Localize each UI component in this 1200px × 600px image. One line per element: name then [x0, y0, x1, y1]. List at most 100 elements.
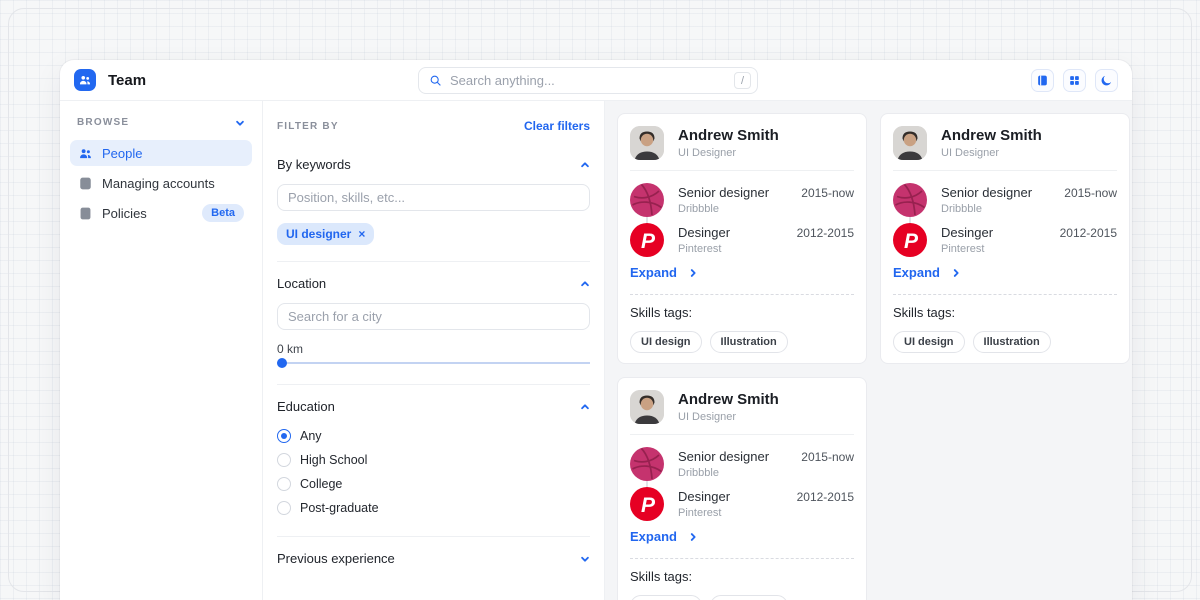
app-logo — [74, 69, 96, 91]
skill-tag[interactable]: Illustration — [973, 331, 1051, 353]
chevron-right-icon — [951, 268, 961, 278]
experience-item: P Desinger Pinterest 2012-2015 — [630, 223, 854, 257]
expand-label: Expand — [893, 265, 940, 280]
person-name: Andrew Smith — [678, 391, 779, 408]
keywords-input[interactable] — [277, 184, 590, 211]
sidebar-item-people[interactable]: People — [70, 140, 252, 166]
expand-button[interactable]: Expand — [630, 265, 854, 280]
experience-period: 2012-2015 — [1060, 226, 1117, 257]
radio-label: High School — [300, 453, 367, 467]
previous-experience-section-header[interactable]: Previous experience — [277, 551, 590, 566]
experience-role: Senior designer — [678, 449, 769, 464]
education-section-header[interactable]: Education — [277, 399, 590, 414]
radio-option-post-graduate[interactable]: Post-graduate — [277, 496, 590, 520]
previous-experience-label: Previous experience — [277, 551, 395, 566]
experience-period: 2012-2015 — [797, 226, 854, 257]
header-actions — [1031, 69, 1118, 92]
search-shortcut-key: / — [734, 72, 751, 89]
radio-option-high-school[interactable]: High School — [277, 448, 590, 472]
filter-panel: FILTER BY Clear filters By keywords UI d… — [263, 101, 605, 600]
expand-button[interactable]: Expand — [630, 529, 854, 544]
experience-timeline: Senior designer Dribbble 2015-now P Desi… — [630, 183, 854, 257]
keywords-section: By keywords UI designer × — [277, 157, 590, 245]
skills-label: Skills tags: — [630, 305, 854, 320]
radio-option-any[interactable]: Any — [277, 424, 590, 448]
filter-panel-header: FILTER BY Clear filters — [277, 119, 590, 133]
search-input[interactable] — [450, 73, 726, 88]
clear-filters-link[interactable]: Clear filters — [524, 119, 590, 133]
section-divider — [277, 261, 590, 262]
experience-info: Desinger Pinterest — [678, 487, 730, 521]
city-search-input[interactable] — [277, 303, 590, 330]
experience-item: Senior designer Dribbble 2015-now — [893, 183, 1117, 217]
card-divider — [630, 170, 854, 171]
app-header: Team / — [60, 60, 1132, 101]
card-dashed-divider — [630, 294, 854, 295]
card-header: Andrew Smith UI Designer — [630, 390, 854, 424]
person-card[interactable]: Andrew Smith UI Designer Senior designer… — [617, 377, 867, 600]
expand-label: Expand — [630, 529, 677, 544]
search-icon — [429, 74, 442, 87]
people-icon — [78, 146, 93, 161]
document-icon — [78, 206, 93, 221]
skill-tag[interactable]: UI design — [893, 331, 965, 353]
pinterest-icon: P — [630, 223, 664, 257]
keyword-tag[interactable]: UI designer × — [277, 223, 374, 245]
app-window: Team / BROWSE Pe — [60, 60, 1132, 600]
book-button[interactable] — [1031, 69, 1054, 92]
avatar-photo — [630, 390, 664, 424]
experience-period: 2012-2015 — [797, 490, 854, 521]
card-header: Andrew Smith UI Designer — [893, 126, 1117, 160]
pinterest-icon: P — [893, 223, 927, 257]
experience-platform: Pinterest — [678, 507, 730, 519]
browse-section-header[interactable]: BROWSE — [70, 117, 252, 128]
skill-tag[interactable]: Illustration — [710, 595, 788, 600]
svg-text:P: P — [641, 230, 656, 253]
dribbble-icon — [630, 183, 664, 217]
experience-timeline: Senior designer Dribbble 2015-now P Desi… — [893, 183, 1117, 257]
person-card[interactable]: Andrew Smith UI Designer Senior designer… — [617, 113, 867, 364]
person-card[interactable]: Andrew Smith UI Designer Senior designer… — [880, 113, 1130, 364]
sidebar-item-policies[interactable]: Policies Beta — [70, 200, 252, 226]
experience-period: 2015-now — [801, 186, 854, 217]
sidebar-item-label: Policies — [102, 206, 147, 221]
experience-timeline: Senior designer Dribbble 2015-now P Desi… — [630, 447, 854, 521]
chevron-right-icon — [688, 532, 698, 542]
radio-option-college[interactable]: College — [277, 472, 590, 496]
location-section-header[interactable]: Location — [277, 276, 590, 291]
skill-tag[interactable]: UI design — [630, 595, 702, 600]
radio-icon — [277, 453, 291, 467]
slider-track[interactable] — [277, 362, 590, 364]
sidebar: BROWSE People Managing accounts Policies… — [60, 101, 263, 600]
card-divider — [630, 434, 854, 435]
card-header: Andrew Smith UI Designer — [630, 126, 854, 160]
experience-item: Senior designer Dribbble 2015-now — [630, 447, 854, 481]
dark-mode-button[interactable] — [1095, 69, 1118, 92]
chevron-up-icon — [580, 402, 590, 412]
experience-period: 2015-now — [801, 450, 854, 481]
person-title: UI Designer — [941, 147, 1042, 159]
remove-tag-icon[interactable]: × — [358, 227, 365, 241]
apps-button[interactable] — [1063, 69, 1086, 92]
skill-tag[interactable]: UI design — [630, 331, 702, 353]
skills-tags: UI design Illustration — [893, 331, 1117, 353]
experience-platform: Dribbble — [941, 203, 1032, 215]
experience-platform: Pinterest — [678, 243, 730, 255]
global-search[interactable]: / — [418, 67, 758, 94]
dribbble-icon — [630, 447, 664, 481]
skills-tags: UI design Illustration — [630, 595, 854, 600]
experience-info: Senior designer Dribbble — [678, 447, 769, 481]
distance-slider[interactable] — [277, 358, 590, 368]
radio-label: College — [300, 477, 342, 491]
person-title: UI Designer — [678, 411, 779, 423]
location-label: Location — [277, 276, 326, 291]
experience-info: Desinger Pinterest — [941, 223, 993, 257]
experience-role: Senior designer — [678, 185, 769, 200]
sidebar-item-managing-accounts[interactable]: Managing accounts — [70, 170, 252, 196]
keywords-section-header[interactable]: By keywords — [277, 157, 590, 172]
skill-tag[interactable]: Illustration — [710, 331, 788, 353]
expand-button[interactable]: Expand — [893, 265, 1117, 280]
slider-thumb[interactable] — [277, 358, 287, 368]
sidebar-item-label: People — [102, 146, 142, 161]
card-dashed-divider — [893, 294, 1117, 295]
